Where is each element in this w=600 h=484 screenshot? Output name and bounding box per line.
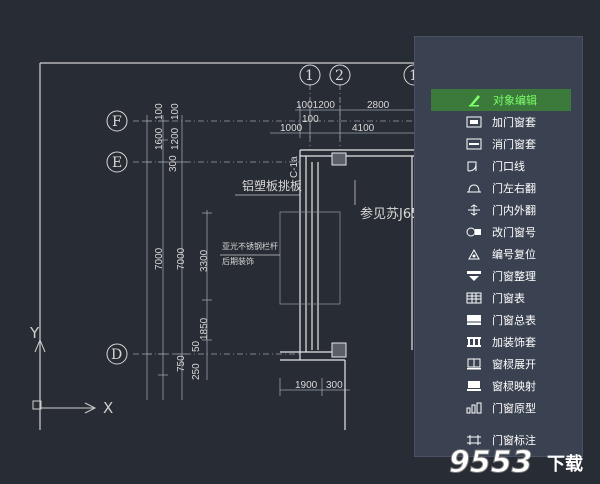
door-line-icon [464, 159, 484, 173]
dim-text: 300 [326, 380, 343, 391]
menu-item-flip-io[interactable]: 门内外翻 [431, 199, 571, 221]
menu-item-lattice-map[interactable]: 窗棂映射 [431, 375, 571, 397]
lattice-expand-icon [464, 357, 484, 371]
label-aluminum-board: 铝塑板挑板 [242, 178, 302, 193]
door-window-command-panel: 对象编辑 加门窗套 消门窗套 门口线 门左右翻 门内外翻 改门窗号 编号复位 门… [414, 36, 583, 457]
menu-item-decor[interactable]: 加装饰套 [431, 331, 571, 353]
dim-text: 300 [168, 155, 179, 172]
dim-text: 250 [191, 363, 202, 380]
dim-text: 1001200 [296, 100, 335, 111]
bubble-F: F [112, 114, 122, 130]
dim-text: 1000 [280, 123, 303, 134]
dim-text: 50 [191, 340, 202, 352]
dim-text: 7000 [154, 247, 165, 270]
remove-frame-icon [464, 137, 484, 151]
label-reference: 参见苏J65 [360, 206, 419, 222]
flip-lr-icon [464, 181, 484, 195]
menu-item-door-line[interactable]: 门口线 [431, 155, 571, 177]
dim-text: 7000 [176, 247, 187, 270]
menu-item-remove-frame[interactable]: 消门窗套 [431, 133, 571, 155]
summary-table-icon [464, 313, 484, 327]
menu-item-rename[interactable]: 改门窗号 [431, 221, 571, 243]
bubble-D: D [111, 347, 122, 363]
menu-item-lattice-expand[interactable]: 窗棂展开 [431, 353, 571, 375]
dim-text: 4100 [352, 123, 375, 134]
note-line-2: 后期装饰 [222, 256, 254, 266]
note-line-1: 亚光不锈钢栏杆 [222, 241, 278, 251]
bubble-1: 1 [305, 68, 314, 84]
add-frame-icon [464, 115, 484, 129]
axis-y-label: Y [29, 324, 40, 342]
dim-text: 1600 [154, 127, 165, 150]
dim-text: 100 [154, 103, 165, 120]
top-dimensions: 1001200 2800 100 1000 4100 [280, 100, 390, 134]
watermark-suffix: 下载 [547, 453, 583, 475]
dim-text: 3300 [199, 249, 210, 272]
organize-icon [464, 269, 484, 283]
table-icon [464, 291, 484, 305]
menu-item-organize[interactable]: 门窗整理 [431, 265, 571, 287]
dim-text: 1200 [170, 127, 181, 150]
rename-icon [464, 225, 484, 239]
dim-text: 2800 [367, 100, 390, 111]
dim-text: 100 [170, 103, 181, 120]
ucs-axis-icon: Y X [29, 324, 113, 417]
bottom-dimensions: 1900 300 [295, 380, 343, 391]
menu-item-prototype[interactable]: 门窗原型 [431, 397, 571, 419]
menu-item-object-edit[interactable]: 对象编辑 [431, 89, 571, 111]
axis-x-label: X [103, 399, 113, 417]
dim-text: 750 [176, 355, 187, 372]
menu-item-reset-number[interactable]: 编号复位 [431, 243, 571, 265]
lattice-map-icon [464, 379, 484, 393]
label-c: C-1a [289, 156, 300, 178]
column-blocks [331, 152, 347, 358]
menu-item-flip-lr[interactable]: 门左右翻 [431, 177, 571, 199]
object-edit-icon [465, 93, 485, 107]
menu-item-table[interactable]: 门窗表 [431, 287, 571, 309]
decor-icon [464, 335, 484, 349]
prototype-icon [464, 401, 484, 415]
menu-item-summary-table[interactable]: 门窗总表 [431, 309, 571, 331]
rail-rect [279, 211, 341, 305]
flip-io-icon [464, 203, 484, 217]
reset-number-icon [464, 247, 484, 261]
watermark-number: 9553 [449, 445, 533, 480]
bubble-E: E [112, 155, 122, 171]
dim-text: 1850 [199, 317, 210, 340]
menu-item-add-frame[interactable]: 加门窗套 [431, 111, 571, 133]
dim-text: 1900 [295, 380, 318, 391]
site-watermark-logo: 9553 下载 [449, 445, 584, 481]
dim-text: 100 [302, 114, 319, 125]
bubble-2: 2 [335, 68, 344, 84]
